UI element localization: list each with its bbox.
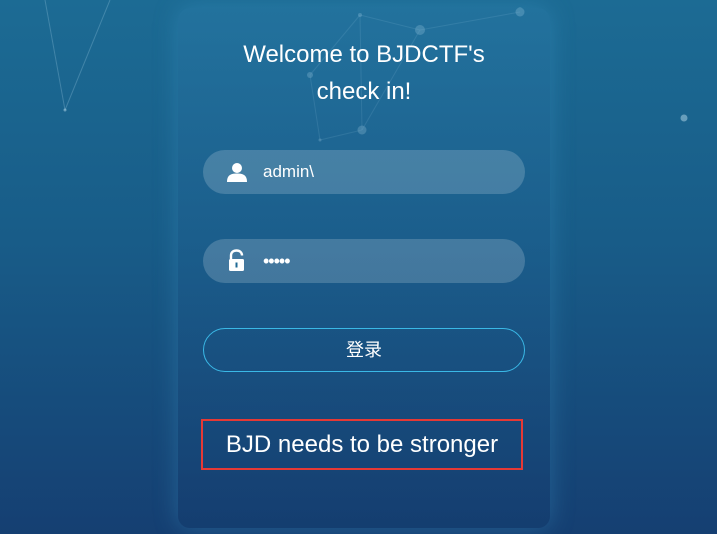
username-value: admin\ <box>263 162 315 181</box>
title-line-1: Welcome to BJDCTF's <box>243 41 485 68</box>
title-line-2: check in! <box>316 78 412 105</box>
user-icon <box>227 163 247 182</box>
password-value: ••••• <box>263 251 290 271</box>
page-title: Welcome to BJDCTF's check in! <box>178 36 550 110</box>
lock-icon <box>229 249 244 271</box>
password-field[interactable]: ••••• <box>203 239 525 283</box>
login-card: Welcome to BJDCTF's check in! admin\ •••… <box>178 8 550 528</box>
username-field[interactable]: admin\ <box>203 150 525 194</box>
login-button[interactable]: 登录 <box>203 328 525 372</box>
status-message: BJD needs to be stronger <box>201 419 523 470</box>
